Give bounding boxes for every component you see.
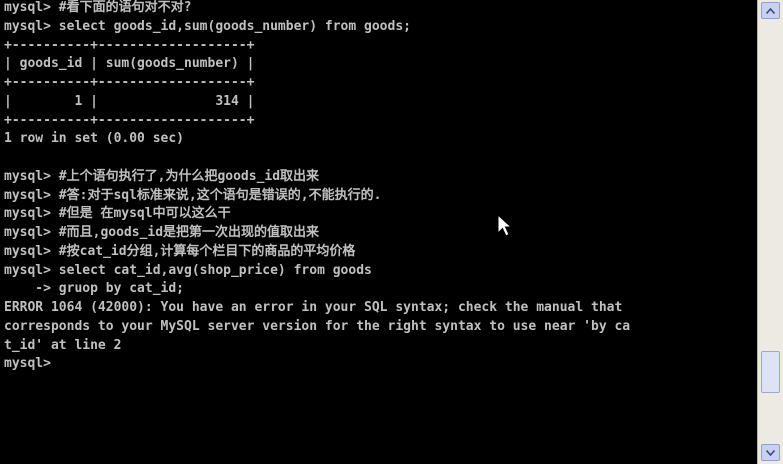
console-line: corresponds to your MySQL server version… — [4, 318, 631, 334]
scroll-thumb[interactable] — [761, 350, 780, 393]
console-prompt[interactable]: mysql> — [4, 355, 630, 374]
console-line: +----------+-------------------+ — [4, 112, 255, 128]
console-line: | 1 | 314 | — [4, 93, 255, 109]
console-line: mysql> #答:对于sql标准来说,这个语句是错误的,不能执行的. — [4, 187, 382, 203]
mouse-pointer-icon — [497, 214, 513, 237]
console-line: mysql> #但是 在mysql中可以这么干 — [4, 206, 231, 222]
console-line: mysql> select cat_id,avg(shop_price) fro… — [4, 262, 372, 278]
console-line: mysql> #上个语句执行了,为什么把goods_id取出来 — [4, 168, 320, 184]
console-line: mysql> #按cat_id分组,计算每个栏目下的商品的平均价格 — [4, 243, 356, 259]
console-line: +----------+-------------------+ — [4, 75, 255, 90]
console-window[interactable]: mysql> #看下面的语句对不对? mysql> select goods_i… — [0, 0, 757, 464]
arrow-up-icon — [766, 7, 775, 14]
vertical-scrollbar[interactable] — [757, 0, 783, 464]
console-line: +----------+-------------------+ — [4, 37, 255, 53]
console-line: | goods_id | sum(goods_number) | — [4, 56, 255, 72]
scroll-up-button[interactable] — [761, 2, 780, 19]
console-line: 1 row in set (0.00 sec) — [4, 131, 185, 147]
console-line: mysql> select goods_id,sum(goods_number)… — [4, 18, 411, 34]
console-line: t_id' at line 2 — [4, 337, 122, 353]
console-output: mysql> #看下面的语句对不对? mysql> select goods_i… — [4, 0, 630, 374]
arrow-down-icon — [766, 449, 775, 456]
console-line: mysql> #看下面的语句对不对? — [4, 0, 192, 15]
console-line: ERROR 1064 (42000): You have an error in… — [4, 300, 623, 315]
console-line: mysql> #而且,goods_id是把第一次出现的值取出来 — [4, 225, 320, 240]
console-line: -> gruop by cat_id; — [4, 281, 185, 297]
scroll-down-button[interactable] — [761, 444, 780, 461]
